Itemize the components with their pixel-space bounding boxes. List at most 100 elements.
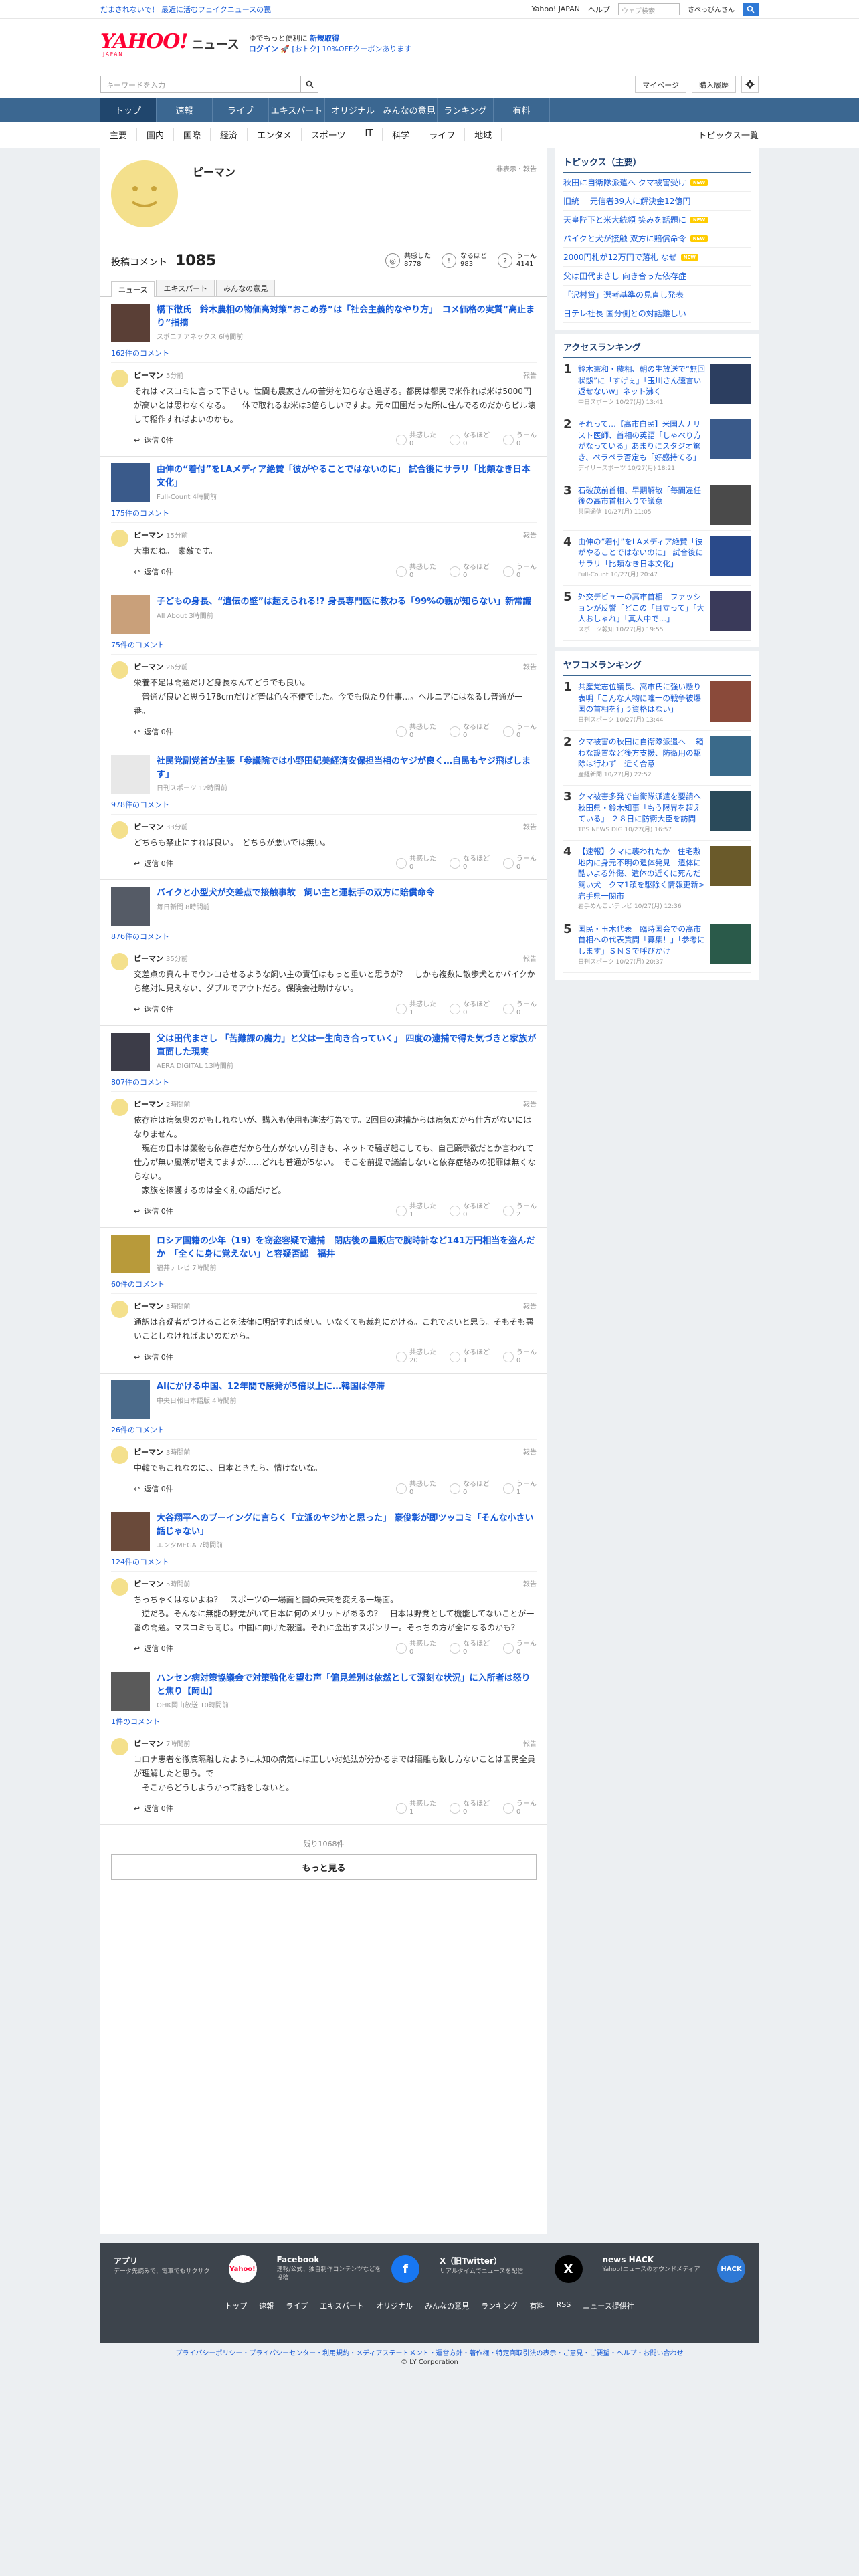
gnav-live[interactable]: ライブ <box>213 98 269 122</box>
ranking-thumbnail[interactable] <box>710 591 751 631</box>
empathy-reaction-button[interactable]: 共感した 20 <box>396 1349 436 1365</box>
article-title[interactable]: 社民党副党首が主張「参議院では小野田紀美経済安保担当相のヤジが良く…自民もヤジ飛… <box>157 755 537 781</box>
article-thumbnail[interactable] <box>111 463 150 502</box>
footer-nav-link[interactable]: オリジナル <box>376 2300 413 2311</box>
ranking-title[interactable]: 国民・玉木代表 臨時国会での高市首相への代表質問「募集！」「参考にします」ＳＮＳ… <box>578 924 705 957</box>
empathy-reaction-button[interactable]: 共感した 0 <box>396 432 436 448</box>
article-row[interactable]: ロシア国籍の少年（19）を窃盗容疑で逮捕 閉店後の量販店で腕時計など141万円相… <box>111 1228 537 1273</box>
article-title[interactable]: 父は田代まさし 「苦難課の魔力」と父は一生向き合っていく」 四度の逮捕で得た気づ… <box>157 1033 537 1059</box>
gnav-expert[interactable]: エキスパート <box>269 98 325 122</box>
article-thumbnail[interactable] <box>111 595 150 634</box>
ranking-item[interactable]: 5 外交デビューの高市首相 ファッションが反響「どこの「目立って」「大人おしゃれ」… <box>563 586 751 641</box>
gnav-paid[interactable]: 有料 <box>494 98 550 122</box>
commenter-name[interactable]: ピーマン <box>134 823 163 831</box>
reply-button[interactable]: ↩ 返信 0件 <box>134 1352 173 1362</box>
topic-title[interactable]: 秋田に自衛隊派遣へ クマ被害受け <box>563 177 686 188</box>
ranking-item[interactable]: 4 由伸の“着付”をLAメディア絶賛「彼がやることではないのに」 試合後にサラリ「… <box>563 531 751 586</box>
topic-item[interactable]: 日テレ社長 国分側との対話難しい <box>563 304 751 323</box>
empathy-reaction-button[interactable]: 共感した 0 <box>396 724 436 740</box>
hide-report-link[interactable]: 非表示・報告 <box>496 163 537 173</box>
comment-count-link[interactable]: 1件のコメント <box>111 1716 537 1731</box>
ranking-thumbnail[interactable] <box>710 791 751 832</box>
category-item[interactable]: スポーツ <box>302 128 356 141</box>
commenter-name[interactable]: ピーマン <box>134 371 163 380</box>
article-row[interactable]: 由伸の“着付”をLAメディア絶賛「彼がやることではないのに」 試合後にサラリ「比… <box>111 457 537 502</box>
comment-count-link[interactable]: 26件のコメント <box>111 1424 537 1440</box>
coupon-link[interactable]: [おトク] 10%OFFクーポンあります <box>292 45 411 53</box>
ranking-item[interactable]: 4 【速報】クマに襲われたか 住宅敷地内に身元不明の遺体発見 遺体に酷いよる外傷、… <box>563 841 751 918</box>
hmm-reaction-button[interactable]: うーん 0 <box>503 564 537 580</box>
article-title[interactable]: 橋下徹氏 鈴木農相の物価高対策“おこめ券”は「社会主義的なやり方」 コメ価格の実… <box>157 304 537 330</box>
ranking-item[interactable]: 2 それって…【高市自民】米国人ナリスト医師、首相の英語「しゃべり方がなっている」… <box>563 413 751 479</box>
comment-count-link[interactable]: 162件のコメント <box>111 348 537 363</box>
article-row[interactable]: 子どもの身長、“遺伝の壁”は超えられる!? 身長専門医に教わる「99%の親が知ら… <box>111 588 537 634</box>
reply-button[interactable]: ↩ 返信 0件 <box>134 1483 173 1494</box>
login-link[interactable]: ログイン <box>249 45 278 53</box>
topic-item[interactable]: 2000円札が12万円で落札 なぜ NEW <box>563 248 751 267</box>
article-row[interactable]: 大谷翔平へのブーイングに言らく「立派のヤジかと思った」 豪俊彰が即ツッコミ「そん… <box>111 1505 537 1551</box>
comment-count-link[interactable]: 124件のコメント <box>111 1556 537 1572</box>
reply-button[interactable]: ↩ 返信 0件 <box>134 566 173 577</box>
commenter-name[interactable]: ピーマン <box>134 1580 163 1588</box>
gnav-breaking[interactable]: 速報 <box>157 98 213 122</box>
category-item[interactable]: 主要 <box>100 128 138 141</box>
topic-title[interactable]: 旧統一 元信者39人に解決金12億円 <box>563 195 690 207</box>
ranking-title[interactable]: クマ被害の秋田に自衛隊派遣へ 箱わな設置など後方支援、防衛用の駆除は行わず 近く… <box>578 736 705 770</box>
comment-count-link[interactable]: 876件のコメント <box>111 931 537 946</box>
ranking-thumbnail[interactable] <box>710 681 751 722</box>
empathy-reaction-button[interactable]: 共感した 1 <box>396 1800 436 1816</box>
insight-reaction-button[interactable]: なるほど 0 <box>450 564 490 580</box>
topic-item[interactable]: パイクと犬が接触 双方に賠償命令 NEW <box>563 229 751 248</box>
topic-title[interactable]: 2000円札が12万円で落札 なぜ <box>563 251 677 263</box>
category-item[interactable]: 地域 <box>465 128 502 141</box>
ranking-title[interactable]: 石破茂前首相、早期解散「毎間違任後の高市首相入りで議意 <box>578 485 705 507</box>
gnav-original[interactable]: オリジナル <box>325 98 381 122</box>
gnav-opinion[interactable]: みんなの意見 <box>381 98 438 122</box>
news-wordmark[interactable]: ニュース <box>192 35 240 53</box>
commenter-name[interactable]: ピーマン <box>134 1100 163 1109</box>
report-link[interactable]: 報告 <box>523 1738 537 1749</box>
category-item[interactable]: 国際 <box>174 128 211 141</box>
footer-nav-link[interactable]: みんなの意見 <box>425 2300 469 2311</box>
category-item[interactable]: IT <box>355 128 383 141</box>
report-link[interactable]: 報告 <box>523 530 537 540</box>
gnav-ranking[interactable]: ランキング <box>438 98 494 122</box>
topic-title[interactable]: 日テレ社長 国分側との対話難しい <box>563 308 686 319</box>
ranking-title[interactable]: 【速報】クマに襲われたか 住宅敷地内に身元不明の遺体発見 遺体に酷いよる外傷、遺… <box>578 846 712 901</box>
comment-count-link[interactable]: 75件のコメント <box>111 639 537 655</box>
footer-nav-link[interactable]: RSS <box>557 2300 571 2311</box>
footer-app[interactable]: X（旧Twitter） リアルタイムでニュースを配信 X <box>440 2255 583 2283</box>
article-row[interactable]: 父は田代まさし 「苦難課の魔力」と父は一生向き合っていく」 四度の逮捕で得た気づ… <box>111 1026 537 1071</box>
insight-reaction-button[interactable]: なるほど 0 <box>450 1640 490 1656</box>
category-item[interactable]: 経済 <box>211 128 248 141</box>
article-title[interactable]: 大谷翔平へのブーイングに言らく「立派のヤジかと思った」 豪俊彰が即ツッコミ「そん… <box>157 1512 537 1538</box>
footer-app[interactable]: Facebook 速報/公式、独自制作コンテンツなどを投稿 f <box>277 2255 419 2283</box>
hmm-reaction-button[interactable]: うーん 0 <box>503 855 537 871</box>
topic-item[interactable]: 旧統一 元信者39人に解決金12億円 <box>563 192 751 211</box>
gnav-top[interactable]: トップ <box>100 98 157 122</box>
hmm-reaction-button[interactable]: うーん 2 <box>503 1203 537 1219</box>
article-title[interactable]: 由伸の“着付”をLAメディア絶賛「彼がやることではないのに」 試合後にサラリ「比… <box>157 463 537 490</box>
hmm-reaction-button[interactable]: うーん 0 <box>503 432 537 448</box>
ranking-thumbnail[interactable] <box>710 419 751 459</box>
insight-reaction-button[interactable]: なるほど 0 <box>450 1203 490 1219</box>
footer-nav-link[interactable]: トップ <box>225 2300 247 2311</box>
settings-button[interactable] <box>741 75 759 93</box>
footer-nav-link[interactable]: ランキング <box>481 2300 518 2311</box>
ranking-title[interactable]: クマ被害多発で自衛隊派遣を要請へ 秋田県・鈴木知事「もう限界を超えている」 ２８… <box>578 791 709 825</box>
ranking-thumbnail[interactable] <box>710 736 751 776</box>
category-item[interactable]: 科学 <box>383 128 420 141</box>
insight-reaction-button[interactable]: なるほど 1 <box>450 1349 490 1365</box>
topic-title[interactable]: 「沢村賞」選考基準の見直し発表 <box>563 289 684 300</box>
topics-list-link[interactable]: トピックス一覧 <box>698 128 759 141</box>
topic-title[interactable]: パイクと犬が接触 双方に賠償命令 <box>563 233 686 244</box>
article-row[interactable]: AIにかける中国、12年間で原発が5倍以上に…韓国は停滞 中央日報日本語版 4時間… <box>111 1374 537 1419</box>
tab-opinion[interactable]: みんなの意見 <box>216 280 276 296</box>
insight-reaction-button[interactable]: なるほど 0 <box>450 724 490 740</box>
hmm-reaction-button[interactable]: うーん 1 <box>503 1481 537 1497</box>
article-thumbnail[interactable] <box>111 1512 150 1551</box>
empathy-reaction-button[interactable]: 共感した 0 <box>396 1481 436 1497</box>
reply-button[interactable]: ↩ 返信 0件 <box>134 1206 173 1216</box>
report-link[interactable]: 報告 <box>523 1301 537 1311</box>
footer-app[interactable]: アプリ データ先読みで、電車でもサクサク Yahoo! <box>114 2255 257 2283</box>
